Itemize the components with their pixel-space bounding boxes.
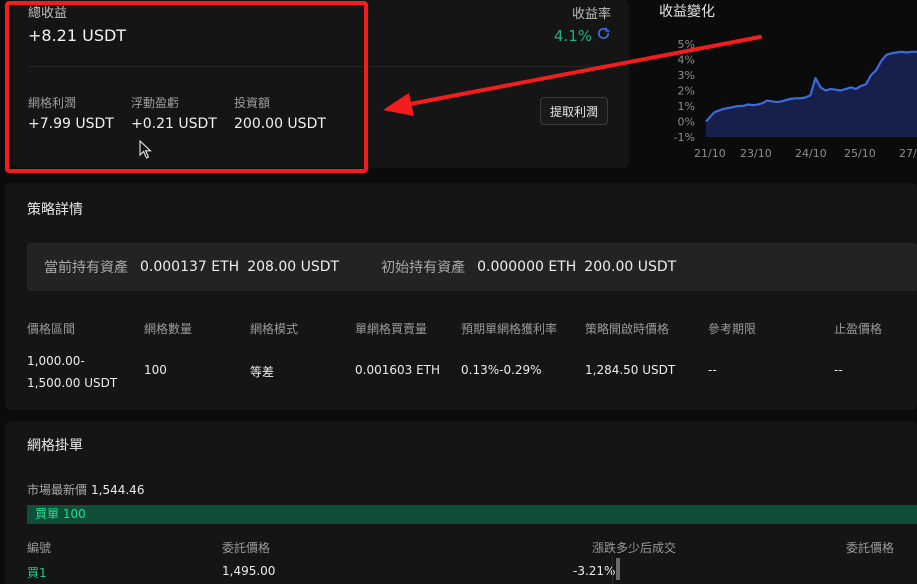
current-holdings-label: 當前持有資產 bbox=[44, 260, 128, 276]
current-holdings-eth: 0.000137 ETH bbox=[140, 259, 240, 275]
param-grid-count: 100 bbox=[144, 363, 167, 377]
param-header-grid-mode: 網格模式 bbox=[250, 322, 299, 336]
refresh-icon[interactable] bbox=[596, 26, 611, 45]
x-tick-label: 23/10 bbox=[740, 147, 772, 160]
param-price-range-low: 1,000.00- bbox=[27, 354, 85, 368]
latest-price: 市場最新價 1,544.46 bbox=[27, 481, 144, 498]
initial-holdings-label: 初始持有資產 bbox=[381, 260, 466, 276]
order-row-price: 1,495.00 bbox=[222, 564, 276, 578]
initial-holdings-usdt: 200.00 USDT bbox=[584, 259, 677, 275]
param-per-grid-amount: 0.001603 ETH bbox=[355, 363, 441, 377]
buy-orders-bar[interactable]: 買單 100 bbox=[27, 505, 917, 524]
current-holdings: 當前持有資產 0.000137 ETH 208.00 USDT bbox=[44, 257, 347, 277]
investment-label: 投資額 bbox=[234, 96, 271, 110]
order-header-price: 委託價格 bbox=[222, 541, 271, 555]
y-tick-label: 1% bbox=[678, 100, 695, 113]
withdraw-profit-button[interactable]: 提取利潤 bbox=[540, 97, 608, 125]
floating-pnl-value: +0.21 USDT bbox=[131, 116, 217, 132]
y-tick-label: 5% bbox=[678, 38, 695, 51]
profit-summary-card: 總收益 +8.21 USDT 收益率 4.1% 網格利潤 +7.99 USDT … bbox=[12, 0, 629, 168]
param-price-range: 1,000.00- 1,500.00 USDT bbox=[27, 350, 117, 394]
param-header-expected-profit: 預期單網格獲利率 bbox=[461, 322, 558, 336]
current-holdings-usdt: 208.00 USDT bbox=[247, 259, 340, 275]
profit-chart-panel: 收益變化 5% 4% 3% 2% 1% 0% -1% 21/10 23/10 24/10 25/10… bbox=[634, 0, 917, 168]
profit-chart: 5% 4% 3% 2% 1% 0% -1% 21/10 23/10 24/10 25/10 27/ bbox=[674, 38, 917, 160]
param-reference-period: -- bbox=[708, 363, 717, 377]
grid-orders-section: 網格掛單 市場最新價 1,544.46 買單 100 編號 委託價格 漲跌多少后成… bbox=[5, 421, 917, 584]
investment-block: 投資額 200.00 USDT bbox=[234, 94, 326, 132]
return-rate-label: 收益率 bbox=[571, 7, 611, 22]
y-tick-label: 3% bbox=[678, 69, 695, 82]
x-tick-label: 21/10 bbox=[694, 147, 726, 160]
floating-pnl-label: 浮動盈虧 bbox=[131, 96, 180, 110]
grid-profit-label: 網格利潤 bbox=[28, 96, 77, 110]
latest-price-value: 1,544.46 bbox=[91, 483, 145, 497]
param-take-profit: -- bbox=[834, 363, 843, 377]
total-profit-label: 總收益 bbox=[28, 6, 68, 21]
param-header-open-price: 策略開啟時價格 bbox=[585, 322, 670, 336]
holdings-strip: 當前持有資產 0.000137 ETH 208.00 USDT 初始持有資產 0… bbox=[27, 243, 917, 291]
mouse-cursor-icon bbox=[139, 140, 152, 159]
param-header-price-range: 價格區間 bbox=[27, 322, 76, 336]
initial-holdings: 初始持有資產 0.000000 ETH 200.00 USDT bbox=[381, 257, 684, 277]
grid-profit-block: 網格利潤 +7.99 USDT bbox=[28, 94, 114, 132]
param-header-per-grid-amount: 單網格買賣量 bbox=[355, 322, 428, 336]
order-header-change: 漲跌多少后成交 bbox=[592, 541, 677, 555]
return-rate-value: 4.1% bbox=[554, 26, 611, 45]
y-tick-label: 0% bbox=[678, 116, 695, 129]
param-open-price: 1,284.50 USDT bbox=[585, 363, 676, 377]
order-header-index: 編號 bbox=[27, 541, 52, 555]
x-tick-label: 25/10 bbox=[844, 147, 876, 160]
floating-pnl-block: 浮動盈虧 +0.21 USDT bbox=[131, 94, 217, 132]
investment-value: 200.00 USDT bbox=[234, 116, 326, 132]
grid-profit-value: +7.99 USDT bbox=[28, 116, 114, 132]
y-tick-label: -1% bbox=[674, 131, 695, 144]
grid-orders-title: 網格掛單 bbox=[27, 438, 83, 454]
return-rate-number: 4.1% bbox=[553, 26, 592, 45]
strategy-detail-title: 策略詳情 bbox=[27, 202, 83, 218]
initial-holdings-eth: 0.000000 ETH bbox=[477, 259, 577, 275]
param-header-reference-period: 參考期限 bbox=[708, 322, 757, 336]
strategy-detail-section: 策略詳情 當前持有資產 0.000137 ETH 208.00 USDT 初始持… bbox=[5, 183, 917, 410]
y-tick-label: 4% bbox=[678, 54, 695, 67]
param-header-grid-count: 網格數量 bbox=[144, 322, 193, 336]
latest-price-label: 市場最新價 bbox=[27, 483, 88, 497]
param-header-take-profit: 止盈價格 bbox=[834, 322, 883, 336]
order-row-change: -3.21% bbox=[573, 564, 616, 578]
total-profit-value: +8.21 USDT bbox=[28, 26, 127, 45]
x-tick-label: 27/ bbox=[899, 147, 917, 160]
order-header-price-right: 委託價格 bbox=[846, 541, 895, 555]
grid-strategy-page: 總收益 +8.21 USDT 收益率 4.1% 網格利潤 +7.99 USDT … bbox=[0, 0, 917, 584]
param-price-range-high: 1,500.00 USDT bbox=[27, 376, 118, 390]
order-row-index[interactable]: 買1 bbox=[27, 564, 47, 581]
x-tick-label: 24/10 bbox=[795, 147, 827, 160]
param-expected-profit: 0.13%-0.29% bbox=[461, 363, 542, 377]
y-tick-label: 2% bbox=[678, 85, 695, 98]
order-row-marker bbox=[616, 558, 620, 580]
order-column-divider bbox=[612, 556, 613, 584]
param-grid-mode: 等差 bbox=[250, 365, 275, 379]
summary-divider bbox=[28, 66, 611, 67]
